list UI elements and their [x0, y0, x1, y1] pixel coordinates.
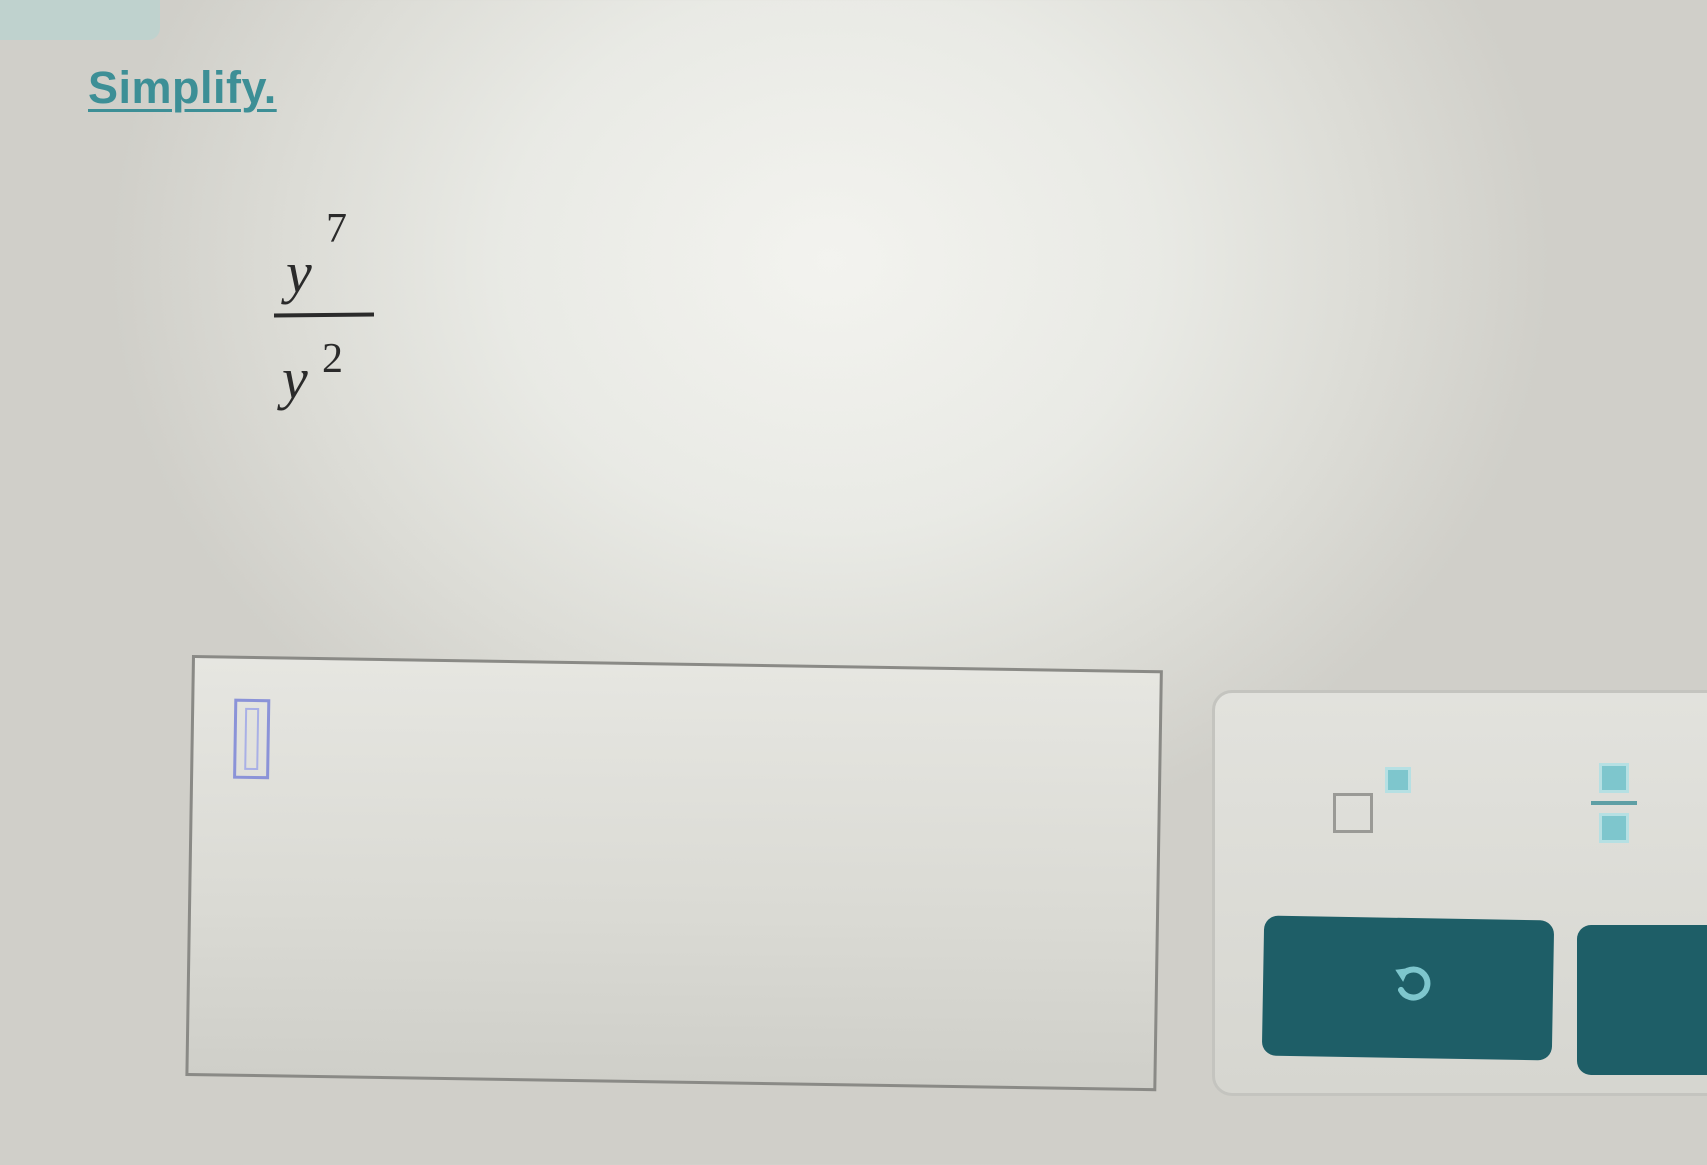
math-expression: y 7 y 2 [270, 205, 380, 445]
top-tab [0, 0, 160, 40]
numerator-base: y [286, 240, 312, 305]
instruction-label: Simplify. [88, 62, 277, 113]
denominator-exponent: 2 [322, 336, 343, 382]
keypad-action-button[interactable] [1577, 925, 1707, 1075]
answer-input[interactable] [185, 655, 1163, 1092]
undo-icon [1395, 966, 1431, 1001]
fraction-key[interactable] [1575, 753, 1665, 873]
denominator-base: y [282, 346, 308, 411]
exponent-key[interactable] [1325, 763, 1435, 863]
numerator-exponent: 7 [326, 206, 347, 252]
math-keypad [1212, 690, 1707, 1096]
instruction-text: Simplify. [88, 62, 277, 114]
cursor-slot[interactable] [233, 698, 271, 780]
fraction-bar [273, 312, 375, 318]
undo-button[interactable] [1261, 915, 1555, 1061]
